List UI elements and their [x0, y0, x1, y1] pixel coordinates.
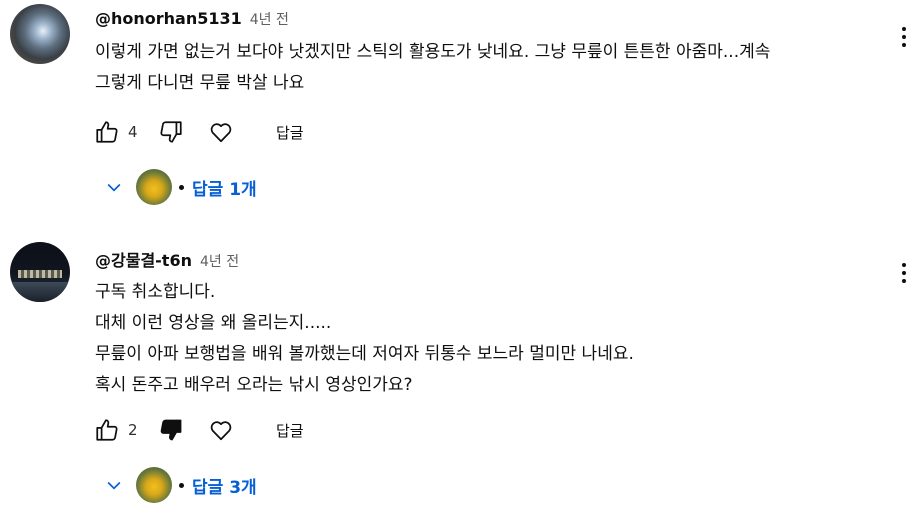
- comment-author[interactable]: @강물결-t6n: [95, 247, 192, 271]
- comment-time[interactable]: 4년 전: [250, 9, 289, 29]
- chevron-down-icon[interactable]: [100, 173, 128, 201]
- avatar[interactable]: [10, 242, 70, 302]
- more-vert-icon[interactable]: [894, 22, 914, 52]
- separator-dot: [179, 482, 184, 488]
- reply-button[interactable]: 답글: [276, 122, 304, 143]
- reply-avatar: [136, 467, 172, 503]
- comment-header: @honorhan5131 4년 전: [95, 9, 289, 29]
- comment-actions: 2 답글: [92, 415, 304, 445]
- comment-line: 구독 취소합니다.: [95, 282, 216, 302]
- heart-icon[interactable]: [206, 117, 236, 147]
- more-vert-icon[interactable]: [894, 258, 914, 288]
- comment-line: 혹시 돈주고 배우러 오라는 낚시 영상인가요?: [95, 375, 413, 395]
- comment-line: 이렇게 가면 없는거 보다야 낫겠지만 스틱의 활용도가 낮네요. 그냥 무릎이…: [95, 42, 771, 62]
- comment-line: 무릎이 아파 보행법을 배워 볼까했는데 저여자 뒤통수 보느라 멀미만 나네요…: [95, 344, 634, 364]
- separator-dot: [179, 184, 184, 190]
- reply-count-label[interactable]: 답글 1개: [192, 175, 257, 200]
- thumbs-up-icon[interactable]: [92, 117, 122, 147]
- comment-actions: 4 답글: [92, 117, 304, 147]
- thumbs-down-icon[interactable]: [156, 415, 186, 445]
- comment-time[interactable]: 4년 전: [200, 251, 239, 271]
- chevron-down-icon[interactable]: [100, 471, 128, 499]
- thumbs-down-icon[interactable]: [156, 117, 186, 147]
- comment-text: 이렇게 가면 없는거 보다야 낫겠지만 스틱의 활용도가 낮네요. 그냥 무릎이…: [95, 37, 770, 99]
- like-count: 4: [128, 123, 138, 141]
- view-replies-button[interactable]: 답글 3개: [100, 465, 257, 505]
- comment-header: @강물결-t6n 4년 전: [95, 247, 239, 271]
- reply-button[interactable]: 답글: [276, 420, 304, 441]
- comment-text: 구독 취소합니다. 대체 이런 영상을 왜 올리는지..... 무릎이 아파 보행법…: [95, 277, 634, 401]
- avatar[interactable]: [10, 4, 70, 64]
- like-count: 2: [128, 421, 138, 439]
- heart-icon[interactable]: [206, 415, 236, 445]
- reply-avatar: [136, 169, 172, 205]
- comment-line: 그렇게 다니면 무릎 박살 나요: [95, 73, 305, 93]
- thumbs-up-icon[interactable]: [92, 415, 122, 445]
- view-replies-button[interactable]: 답글 1개: [100, 167, 257, 207]
- reply-count-label[interactable]: 답글 3개: [192, 473, 257, 498]
- comment-author[interactable]: @honorhan5131: [95, 9, 242, 28]
- comment-line: 대체 이런 영상을 왜 올리는지.....: [95, 313, 332, 333]
